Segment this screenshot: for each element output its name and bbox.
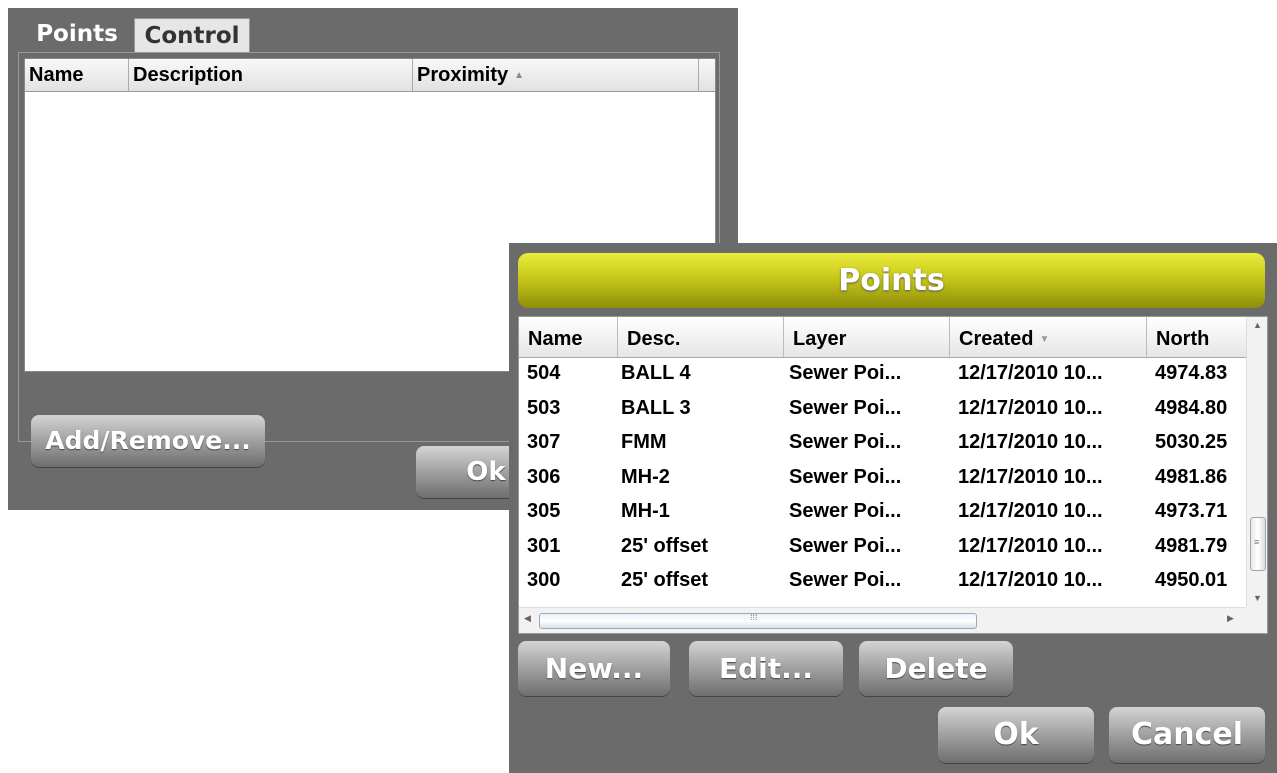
cell-desc: BALL 3 bbox=[621, 396, 691, 419]
cell-north: 4950.01 bbox=[1155, 569, 1228, 591]
cell-name: 307 bbox=[527, 431, 561, 453]
column-header-proximity-label: Proximity bbox=[417, 64, 509, 86]
cell-desc: BALL 4 bbox=[621, 362, 691, 384]
points-grid-header: Name Desc. Layer Created ▼ North bbox=[519, 317, 1246, 358]
cell-created: 12/17/2010 10... bbox=[958, 569, 1103, 591]
column-header-desc[interactable]: Desc. bbox=[618, 317, 784, 357]
points-list-header: Name Description Proximity ▲ bbox=[25, 59, 715, 92]
cell-layer: Sewer Poi... bbox=[789, 534, 902, 557]
cell-created: 12/17/2010 10... bbox=[958, 534, 1103, 557]
scrollbar-corner bbox=[1246, 607, 1267, 633]
cell-name: 301 bbox=[527, 534, 561, 557]
new-button[interactable]: New... bbox=[518, 641, 670, 696]
table-row[interactable]: 503 BALL 3 Sewer Poi... 12/17/2010 10...… bbox=[519, 393, 1246, 428]
cell-desc: 25' offset bbox=[621, 569, 709, 591]
horizontal-scrollbar[interactable]: ◀ ⁞⁞⁞ ▶ bbox=[519, 607, 1246, 633]
column-header-layer[interactable]: Layer bbox=[784, 317, 950, 357]
table-row[interactable]: 300 25' offset Sewer Poi... 12/17/2010 1… bbox=[519, 565, 1246, 600]
scroll-right-arrow-icon[interactable]: ▶ bbox=[1227, 613, 1234, 624]
column-header-north-label: North bbox=[1156, 328, 1210, 350]
column-header-created-label: Created bbox=[959, 328, 1034, 350]
cancel-button[interactable]: Cancel bbox=[1109, 707, 1265, 763]
sort-ascending-icon: ▲ bbox=[514, 69, 525, 81]
table-row[interactable]: 301 25' offset Sewer Poi... 12/17/2010 1… bbox=[519, 531, 1246, 566]
table-row[interactable]: 305 MH-1 Sewer Poi... 12/17/2010 10... 4… bbox=[519, 496, 1246, 531]
column-header-layer-label: Layer bbox=[793, 328, 847, 350]
delete-button[interactable]: Delete bbox=[859, 641, 1013, 696]
scroll-up-arrow-icon[interactable]: ▲ bbox=[1247, 320, 1267, 330]
cell-layer: Sewer Poi... bbox=[789, 396, 902, 419]
cell-north: 5030.25 bbox=[1155, 431, 1228, 453]
column-header-name[interactable]: Name bbox=[519, 317, 618, 357]
cell-layer: Sewer Poi... bbox=[789, 431, 902, 453]
cell-north: 4974.83 bbox=[1155, 362, 1228, 384]
cell-name: 300 bbox=[527, 569, 561, 591]
column-header-description[interactable]: Description bbox=[129, 59, 413, 91]
cell-north: 4981.79 bbox=[1155, 534, 1228, 557]
cell-desc: MH-2 bbox=[621, 465, 670, 488]
column-header-north[interactable]: North bbox=[1147, 317, 1246, 357]
cell-created: 12/17/2010 10... bbox=[958, 396, 1103, 419]
horizontal-scroll-thumb[interactable]: ⁞⁞⁞ bbox=[539, 612, 977, 629]
dialog-title: Points bbox=[518, 253, 1265, 308]
tab-points[interactable]: Points bbox=[20, 16, 134, 52]
grip-icon: ⁞⁞⁞ bbox=[750, 612, 758, 622]
cell-layer: Sewer Poi... bbox=[789, 569, 902, 591]
ok-button[interactable]: Ok bbox=[938, 707, 1094, 763]
column-header-name[interactable]: Name bbox=[25, 59, 129, 91]
column-header-created[interactable]: Created ▼ bbox=[950, 317, 1147, 357]
cell-created: 12/17/2010 10... bbox=[958, 431, 1103, 453]
cell-created: 12/17/2010 10... bbox=[958, 362, 1103, 384]
cell-north: 4984.80 bbox=[1155, 396, 1228, 419]
column-header-desc-label: Desc. bbox=[627, 328, 681, 350]
vertical-scrollbar[interactable]: ▲ ≡ ▼ bbox=[1246, 317, 1267, 607]
table-row[interactable]: 306 MH-2 Sewer Poi... 12/17/2010 10... 4… bbox=[519, 462, 1246, 497]
cell-name: 504 bbox=[527, 362, 561, 384]
cell-layer: Sewer Poi... bbox=[789, 465, 902, 488]
table-row[interactable]: 307 FMM Sewer Poi... 12/17/2010 10... 50… bbox=[519, 427, 1246, 462]
cell-desc: FMM bbox=[621, 431, 667, 453]
cell-north: 4981.86 bbox=[1155, 465, 1228, 488]
cell-name: 306 bbox=[527, 465, 561, 488]
cell-desc: MH-1 bbox=[621, 500, 670, 522]
table-row[interactable]: 504 BALL 4 Sewer Poi... 12/17/2010 10...… bbox=[519, 358, 1246, 393]
column-header-description-label: Description bbox=[133, 64, 244, 86]
points-dialog: Points Name Desc. Layer Created ▼ North 5… bbox=[509, 243, 1277, 773]
add-remove-button[interactable]: Add/Remove... bbox=[31, 415, 265, 467]
points-grid[interactable]: Name Desc. Layer Created ▼ North 504 BALL… bbox=[518, 316, 1268, 634]
cell-north: 4973.71 bbox=[1155, 500, 1228, 522]
cell-layer: Sewer Poi... bbox=[789, 362, 902, 384]
cell-name: 503 bbox=[527, 396, 561, 419]
cell-layer: Sewer Poi... bbox=[789, 500, 902, 522]
cell-created: 12/17/2010 10... bbox=[958, 500, 1103, 522]
points-grid-rows: 504 BALL 4 Sewer Poi... 12/17/2010 10...… bbox=[519, 358, 1246, 600]
scroll-left-arrow-icon[interactable]: ◀ bbox=[524, 613, 531, 624]
column-header-proximity[interactable]: Proximity ▲ bbox=[413, 59, 699, 91]
grip-icon: ≡ bbox=[1254, 537, 1260, 547]
sort-descending-icon: ▼ bbox=[1039, 333, 1050, 345]
tab-control[interactable]: Control bbox=[134, 18, 250, 52]
edit-button[interactable]: Edit... bbox=[689, 641, 843, 696]
scroll-down-arrow-icon[interactable]: ▼ bbox=[1247, 593, 1267, 603]
vertical-scroll-thumb[interactable]: ≡ bbox=[1250, 517, 1266, 571]
cell-created: 12/17/2010 10... bbox=[958, 465, 1103, 488]
column-header-name-label: Name bbox=[528, 328, 583, 350]
cell-desc: 25' offset bbox=[621, 534, 709, 557]
cell-name: 305 bbox=[527, 500, 561, 522]
column-header-name-label: Name bbox=[29, 64, 84, 86]
